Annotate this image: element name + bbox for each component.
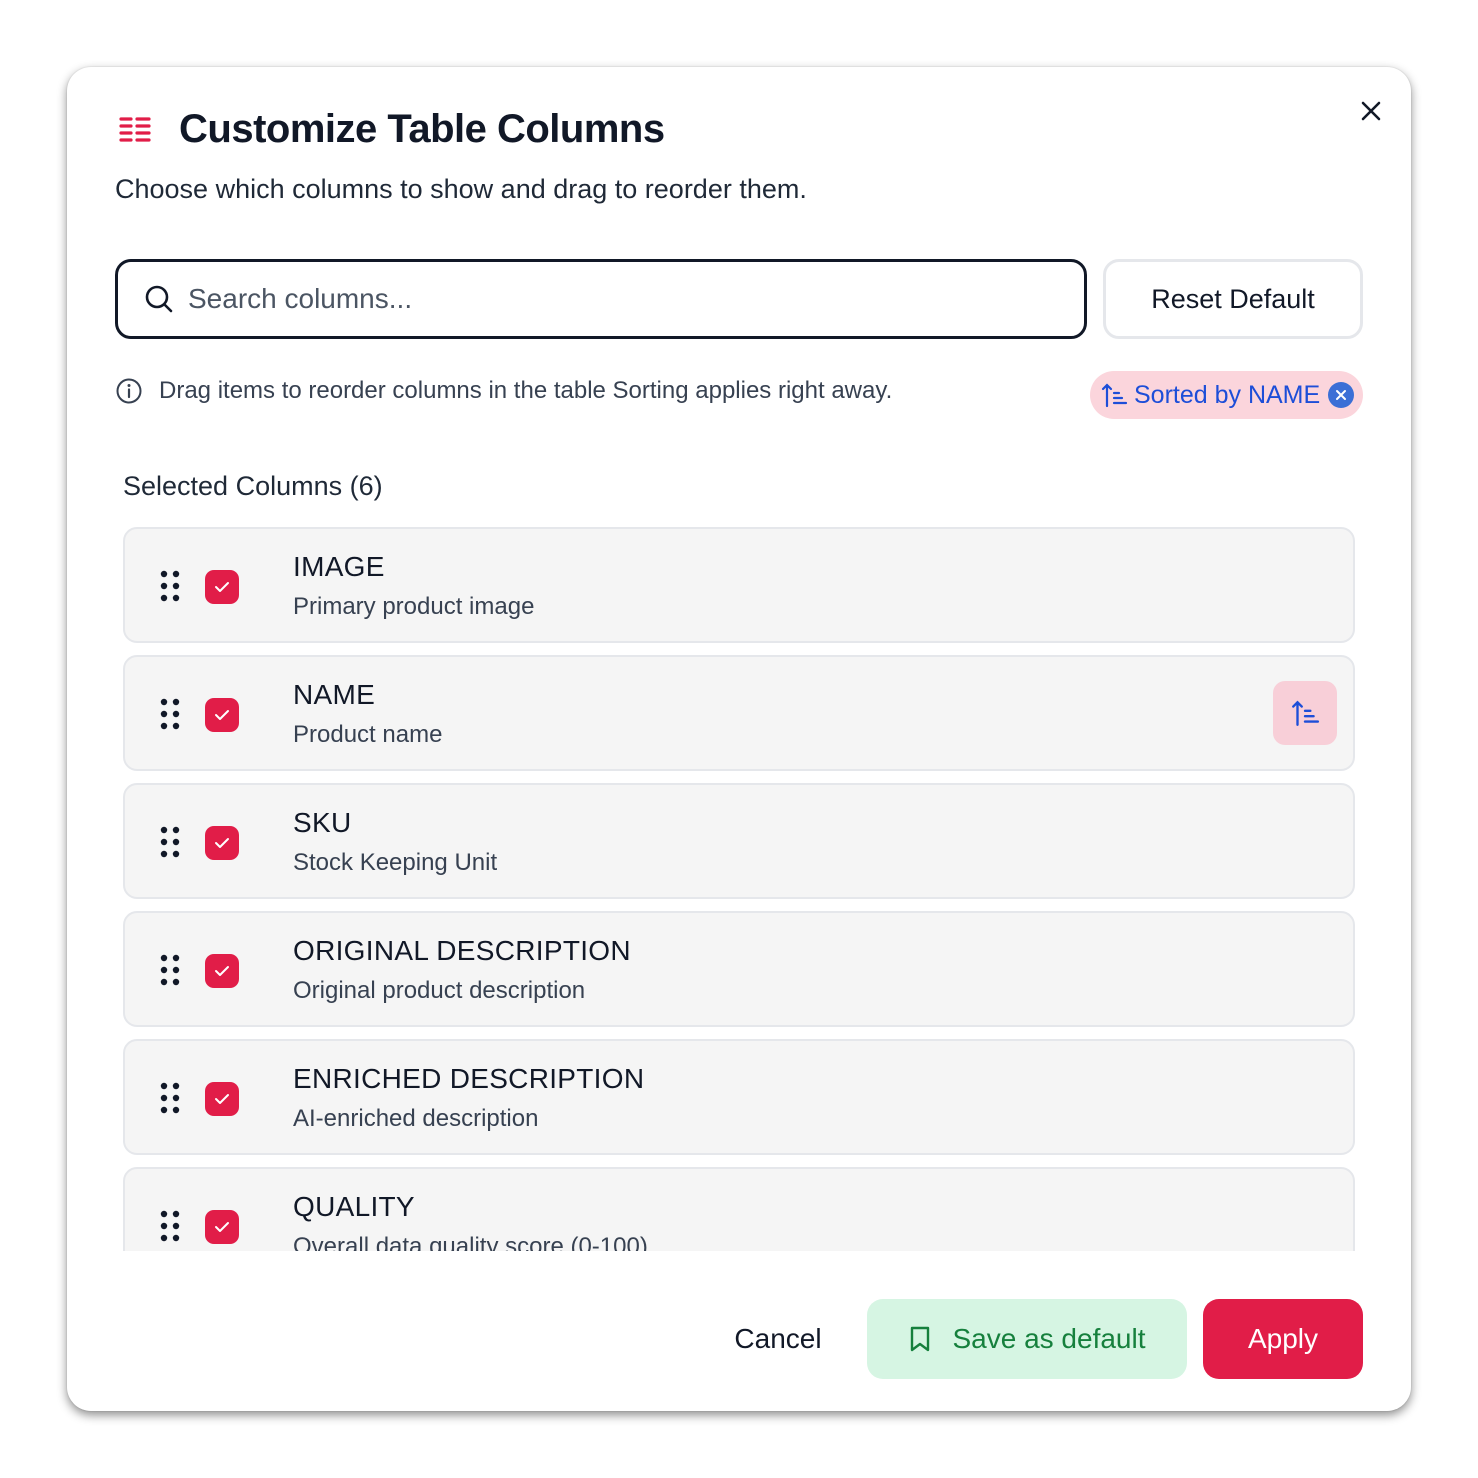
column-name: SKU (293, 807, 352, 838)
column-item-enriched-description[interactable]: ENRICHED DESCRIPTION AI-enriched descrip… (123, 1039, 1355, 1155)
apply-button[interactable]: Apply (1203, 1299, 1363, 1379)
column-description: Primary product image (293, 593, 535, 620)
column-checkbox[interactable] (205, 698, 239, 732)
column-item-image[interactable]: IMAGE Primary product image (123, 527, 1355, 643)
column-checkbox[interactable] (205, 570, 239, 604)
column-description: Original product description (293, 977, 586, 1004)
column-item-original-description[interactable]: ORIGINAL DESCRIPTION Original product de… (123, 911, 1355, 1027)
sort-ascending-icon (1101, 383, 1128, 408)
close-button[interactable] (1347, 87, 1395, 135)
dialog-title: Customize Table Columns (179, 107, 665, 151)
sort-chip-label: Sorted by NAME (1134, 380, 1321, 409)
reset-default-button[interactable]: Reset Default (1103, 259, 1363, 339)
customize-columns-dialog: Customize Table Columns Choose which col… (67, 67, 1411, 1411)
column-item-sku[interactable]: SKU Stock Keeping Unit (123, 783, 1355, 899)
dialog-subtitle: Choose which columns to show and drag to… (115, 174, 807, 204)
column-checkbox[interactable] (205, 1082, 239, 1116)
clear-sort-button[interactable] (1328, 382, 1355, 408)
sort-ascending-icon (1292, 700, 1320, 726)
column-name: IMAGE (293, 551, 385, 582)
check-icon (215, 582, 229, 592)
info-hint: Drag items to reorder columns in the tab… (115, 377, 892, 405)
column-checkbox[interactable] (205, 1210, 239, 1244)
column-description: AI-enriched description (293, 1105, 539, 1132)
check-icon (215, 838, 229, 848)
drag-handle-icon[interactable] (159, 1209, 181, 1243)
drag-handle-icon[interactable] (159, 569, 181, 603)
column-description: Product name (293, 721, 443, 748)
check-icon (215, 1222, 229, 1232)
column-checkbox[interactable] (205, 954, 239, 988)
cancel-button[interactable]: Cancel (703, 1299, 853, 1379)
column-item-name[interactable]: NAME Product name (123, 655, 1355, 771)
search-field[interactable] (115, 259, 1087, 339)
save-as-default-button[interactable]: Save as default (867, 1299, 1187, 1379)
search-input[interactable] (188, 283, 1048, 315)
column-name: QUALITY (293, 1191, 415, 1222)
close-icon (1361, 101, 1381, 121)
check-icon (215, 1094, 229, 1104)
column-sort-button[interactable] (1273, 681, 1337, 745)
column-name: ENRICHED DESCRIPTION (293, 1063, 645, 1094)
info-icon (116, 378, 142, 404)
sort-chip[interactable]: Sorted by NAME (1090, 371, 1363, 419)
column-description: Stock Keeping Unit (293, 849, 498, 876)
columns-icon (119, 117, 151, 142)
check-icon (215, 710, 229, 720)
column-item-quality[interactable]: QUALITY Overall data quality score (0-10… (123, 1167, 1355, 1251)
drag-handle-icon[interactable] (159, 825, 181, 859)
column-name: ORIGINAL DESCRIPTION (293, 935, 631, 966)
drag-handle-icon[interactable] (159, 953, 181, 987)
info-text: Drag items to reorder columns in the tab… (159, 377, 893, 404)
bookmark-icon (911, 1326, 930, 1352)
clear-icon (1336, 390, 1347, 400)
check-icon (215, 966, 229, 976)
drag-handle-icon[interactable] (159, 1081, 181, 1115)
drag-handle-icon[interactable] (159, 697, 181, 731)
selected-columns-list[interactable]: IMAGE Primary product image NAME Product… (123, 527, 1355, 1251)
column-description: Overall data quality score (0-100) (293, 1233, 648, 1251)
column-checkbox[interactable] (205, 826, 239, 860)
search-icon (145, 285, 173, 313)
column-name: NAME (293, 679, 376, 710)
selected-columns-heading: Selected Columns (6) (123, 471, 383, 501)
save-as-default-label: Save as default (952, 1323, 1146, 1354)
